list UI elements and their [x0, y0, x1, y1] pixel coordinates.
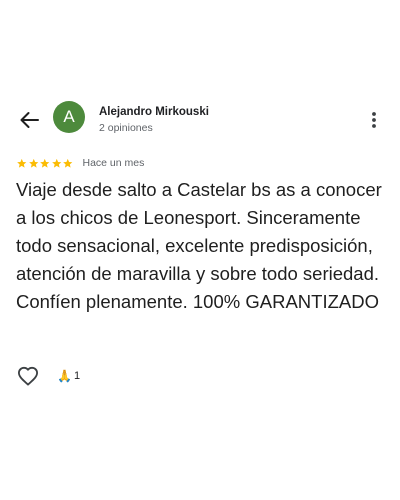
star-icon	[51, 158, 61, 168]
review-page: A Alejandro Mirkouski 2 opiniones Hace u…	[0, 0, 400, 500]
more-options-button[interactable]	[366, 109, 382, 131]
folded-hands-icon: 🙏	[57, 369, 72, 383]
star-icon	[40, 158, 50, 168]
back-button[interactable]	[14, 107, 44, 133]
back-arrow-icon	[20, 112, 39, 128]
star-rating	[16, 158, 74, 169]
review-header: A Alejandro Mirkouski 2 opiniones	[0, 99, 400, 141]
author-name[interactable]: Alejandro Mirkouski	[99, 106, 209, 118]
heart-outline-icon	[17, 366, 38, 386]
avatar[interactable]: A	[53, 101, 85, 133]
star-icon	[28, 158, 38, 168]
star-icon	[17, 158, 27, 168]
review-text: Viaje desde salto a Castelar bs as a con…	[16, 179, 382, 312]
review-date: Hace un mes	[82, 157, 145, 169]
more-vert-icon	[372, 112, 376, 128]
author-review-count: 2 opiniones	[99, 122, 153, 134]
like-button[interactable]	[16, 364, 40, 388]
rating-row: Hace un mes	[16, 156, 144, 170]
star-icon	[63, 158, 73, 168]
review-actions: 🙏 1	[16, 364, 80, 388]
reaction-summary[interactable]: 🙏 1	[57, 369, 80, 383]
reaction-count: 1	[73, 370, 81, 382]
